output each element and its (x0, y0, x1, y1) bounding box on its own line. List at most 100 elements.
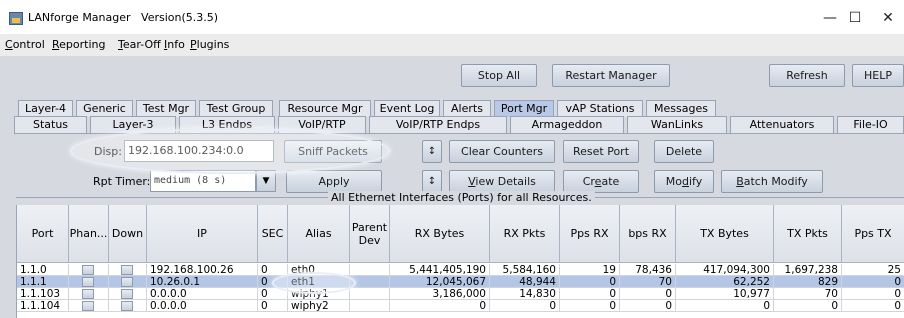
column-header-alias[interactable]: Alias (288, 205, 350, 263)
column-header-port[interactable]: Port (17, 205, 69, 263)
column-header-pps-rx[interactable]: Pps RX (560, 205, 620, 263)
phantom-checkbox[interactable] (82, 289, 94, 299)
cell-phantom (69, 276, 109, 288)
tab-file-io[interactable]: File-IO (837, 116, 904, 133)
tab-armageddon[interactable]: Armageddon (510, 116, 624, 133)
delete-button[interactable]: Delete (654, 140, 714, 163)
down-checkbox[interactable] (121, 289, 133, 299)
tab-test-group[interactable]: Test Group (199, 100, 273, 117)
column-header-bps-rx[interactable]: bps RX (620, 205, 676, 263)
phantom-checkbox[interactable] (82, 277, 94, 287)
app-title: LANforge Manager Version(5.3.5) (28, 11, 219, 24)
cell-phantom (69, 288, 109, 300)
menu-plugins[interactable]: Plugins (190, 38, 229, 51)
tab-messages[interactable]: Messages (646, 100, 716, 117)
view-details-button[interactable]: View Details (449, 170, 555, 193)
clear-counters-button[interactable]: Clear Counters (449, 140, 555, 163)
table-row-selected[interactable]: 1.1.1 10.26.0.1 0 eth1 12,045,067 48,944… (17, 276, 904, 288)
reset-port-button[interactable]: Reset Port (563, 140, 639, 163)
tab-wanlinks[interactable]: WanLinks (627, 116, 727, 133)
restart-manager-button[interactable]: Restart Manager (552, 64, 670, 87)
cell-bps-rx: 0 (620, 288, 676, 300)
batch-modify-button[interactable]: Batch Modify (721, 170, 823, 193)
cell-tx-bytes: 0 (676, 300, 774, 312)
tab-layer-4[interactable]: Layer-4 (18, 100, 73, 117)
cell-alias: eth0 (288, 264, 350, 276)
column-header-phantom[interactable]: Phan... (69, 205, 109, 263)
cell-rx-pkts: 0 (490, 300, 560, 312)
tab-event-log[interactable]: Event Log (374, 100, 440, 117)
cell-port: 1.1.1 (17, 276, 69, 288)
cell-ip: 192.168.100.26 (147, 264, 258, 276)
phantom-checkbox[interactable] (82, 301, 94, 311)
ports-table: Port Phan... Down IP SEC Alias Parent De… (16, 205, 904, 318)
cell-tx-pkts: 829 (774, 276, 842, 288)
table-row[interactable]: 1.1.0 192.168.100.26 0 eth0 5,441,405,19… (17, 264, 904, 276)
table-row[interactable]: 1.1.104 0.0.0.0 0 wiphy2 0 0 0 0 0 0 0 (17, 300, 904, 312)
maximize-button[interactable]: ☐ (837, 6, 873, 30)
column-header-rx-bytes[interactable]: RX Bytes (390, 205, 490, 263)
tab-alerts[interactable]: Alerts (443, 100, 491, 117)
tab-voip-rtp-endps[interactable]: VoIP/RTP Endps (369, 116, 507, 133)
cell-pps-tx: 0 (842, 300, 904, 312)
menu-tear-off[interactable]: Tear-Off (118, 38, 161, 51)
close-button[interactable]: ✕ (870, 6, 904, 30)
tab-attenuators[interactable]: Attenuators (730, 116, 834, 133)
sort-up-button[interactable]: ↕ (422, 140, 442, 163)
cell-alias: wiphy2 (288, 300, 350, 312)
create-button[interactable]: Create (563, 170, 639, 193)
cell-rx-bytes: 0 (390, 300, 490, 312)
column-header-ip[interactable]: IP (147, 205, 258, 263)
column-header-down[interactable]: Down (109, 205, 147, 263)
cell-sec: 0 (258, 288, 288, 300)
cell-parent-dev (350, 276, 390, 288)
down-checkbox[interactable] (121, 277, 133, 287)
cell-tx-bytes: 62,252 (676, 276, 774, 288)
cell-tx-bytes: 10,977 (676, 288, 774, 300)
column-header-parent-dev[interactable]: Parent Dev (350, 205, 390, 263)
sniff-packets-button[interactable]: Sniff Packets (284, 140, 382, 163)
menu-control[interactable]: Control (5, 38, 45, 51)
title-bar: LANforge Manager Version(5.3.5) — ☐ ✕ (0, 0, 904, 34)
column-header-pps-tx[interactable]: Pps TX (842, 205, 904, 263)
tab-port-mgr[interactable]: Port Mgr (494, 100, 554, 117)
cell-down (109, 264, 147, 276)
menu-info[interactable]: Info (164, 38, 185, 51)
tab-generic[interactable]: Generic (76, 100, 133, 117)
app-icon (9, 12, 23, 25)
cell-tx-pkts: 70 (774, 288, 842, 300)
tab-vap-stations[interactable]: vAP Stations (557, 100, 643, 117)
down-checkbox[interactable] (121, 301, 133, 311)
cell-pps-tx: 0 (842, 276, 904, 288)
tab-voip-rtp[interactable]: VoIP/RTP (278, 116, 366, 133)
column-header-rx-pkts[interactable]: RX Pkts (490, 205, 560, 263)
phantom-checkbox[interactable] (82, 265, 94, 275)
rpt-timer-select[interactable]: medium (8 s) (150, 170, 256, 192)
help-button[interactable]: HELP (852, 64, 904, 87)
tab-resource-mgr[interactable]: Resource Mgr (279, 100, 371, 117)
disp-input[interactable]: 192.168.100.234:0.0 (124, 140, 274, 162)
cell-phantom (69, 300, 109, 312)
cell-pps-rx: 0 (560, 288, 620, 300)
tab-test-mgr[interactable]: Test Mgr (136, 100, 196, 117)
tab-layer-3[interactable]: Layer-3 (90, 116, 176, 133)
cell-rx-bytes: 5,441,405,190 (390, 264, 490, 276)
column-header-sec[interactable]: SEC (258, 205, 288, 263)
menu-reporting[interactable]: Reporting (52, 38, 105, 51)
down-checkbox[interactable] (121, 265, 133, 275)
refresh-button[interactable]: Refresh (769, 64, 845, 87)
cell-pps-tx: 25 (842, 264, 904, 276)
column-header-tx-pkts[interactable]: TX Pkts (774, 205, 842, 263)
sort-down-button[interactable]: ↕ (422, 170, 442, 193)
apply-button[interactable]: Apply (286, 170, 382, 193)
column-header-tx-bytes[interactable]: TX Bytes (676, 205, 774, 263)
modify-button[interactable]: Modify (654, 170, 714, 193)
stop-all-button[interactable]: Stop All (461, 64, 537, 87)
cell-bps-rx: 78,436 (620, 264, 676, 276)
tab-status[interactable]: Status (14, 116, 87, 133)
rpt-timer-dropdown[interactable]: ▼ (256, 170, 276, 192)
table-row[interactable]: 1.1.103 0.0.0.0 0 wiphy1 3,186,000 14,83… (17, 288, 904, 300)
cell-sec: 0 (258, 276, 288, 288)
tab-l3-endps[interactable]: L3 Endps (179, 116, 275, 133)
cell-tx-pkts: 0 (774, 300, 842, 312)
